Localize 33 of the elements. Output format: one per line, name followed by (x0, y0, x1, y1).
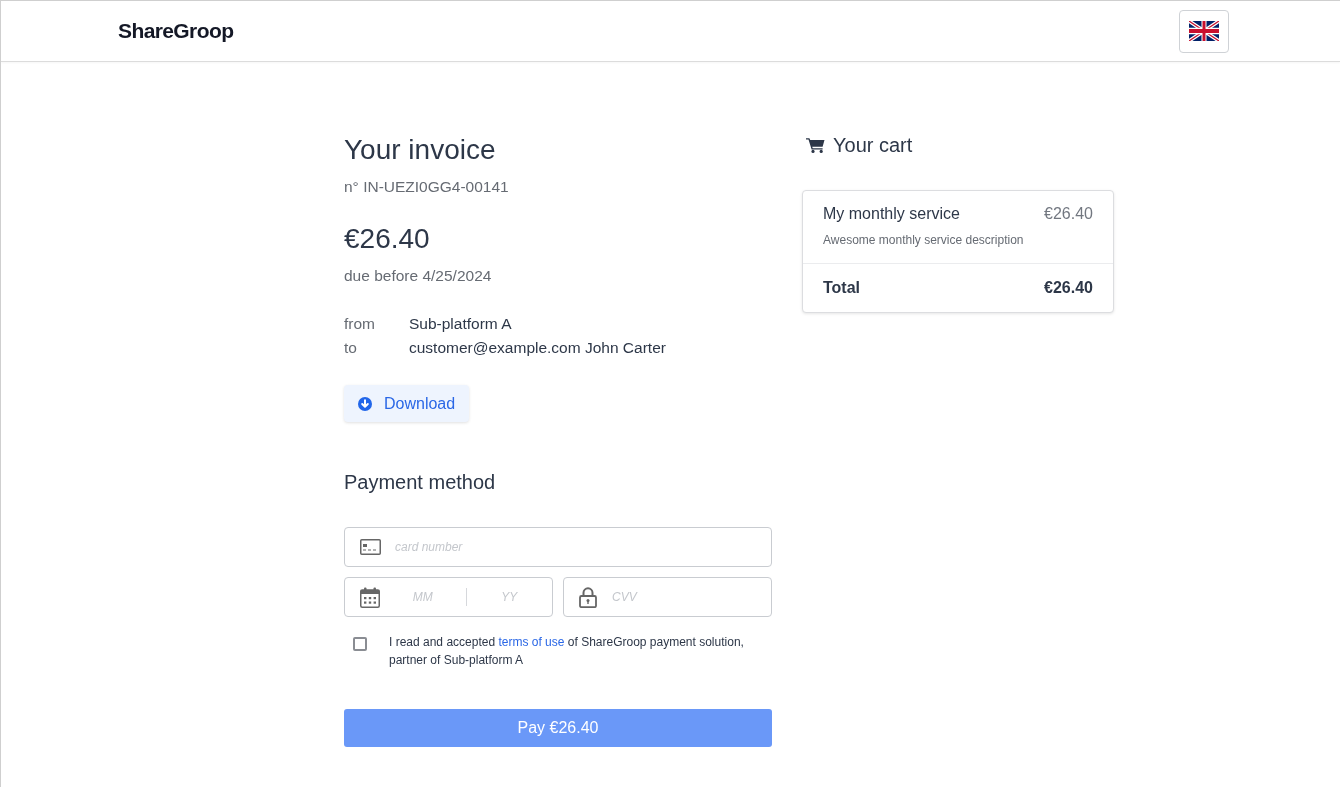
download-button[interactable]: Download (344, 385, 470, 422)
flag-icon (1189, 21, 1219, 41)
payment-method-title: Payment method (344, 470, 497, 494)
item-name: My monthly service (823, 204, 960, 224)
due-date: due before 4/25/2024 (344, 266, 493, 286)
terms-text: I read and accepted terms of use of ShareGroop payment solution, partner of Sub-platform A (389, 634, 745, 669)
cart-title: Your cart (833, 133, 913, 157)
expiry-field[interactable]: MM YY (344, 577, 553, 617)
download-icon (358, 396, 372, 411)
terms-link[interactable]: terms of use (498, 635, 565, 649)
year-input[interactable]: YY (466, 578, 552, 616)
party-value: customer@example.com John Carter (409, 338, 666, 358)
invoice-amount: €26.40 (344, 222, 431, 256)
month-input[interactable]: MM (380, 578, 466, 616)
invoice-number: n° IN-UEZI0GG4-00141 (344, 177, 510, 197)
checkbox[interactable] (353, 637, 367, 651)
card-icon (360, 539, 381, 555)
party-label: from (344, 314, 376, 334)
cvv-input[interactable]: CVV (597, 578, 771, 616)
language-button[interactable] (1179, 9, 1229, 53)
party-value: Sub-platform A (409, 314, 513, 334)
cvv-field[interactable]: CVV (563, 577, 772, 617)
pay-button[interactable]: Pay €26.40 (344, 709, 772, 747)
item-description: Awesome monthly service description (823, 232, 1025, 248)
calendar-icon (360, 586, 380, 608)
logo: ShareGroop (118, 19, 234, 43)
padlock-icon (579, 586, 597, 608)
total-value: €26.40 (1044, 278, 1093, 298)
cart-icon (806, 137, 825, 153)
item-price: €26.40 (1044, 204, 1093, 224)
party-label: to (344, 338, 358, 358)
invoice-title: Your invoice (344, 133, 497, 167)
total-label: Total (823, 278, 861, 298)
